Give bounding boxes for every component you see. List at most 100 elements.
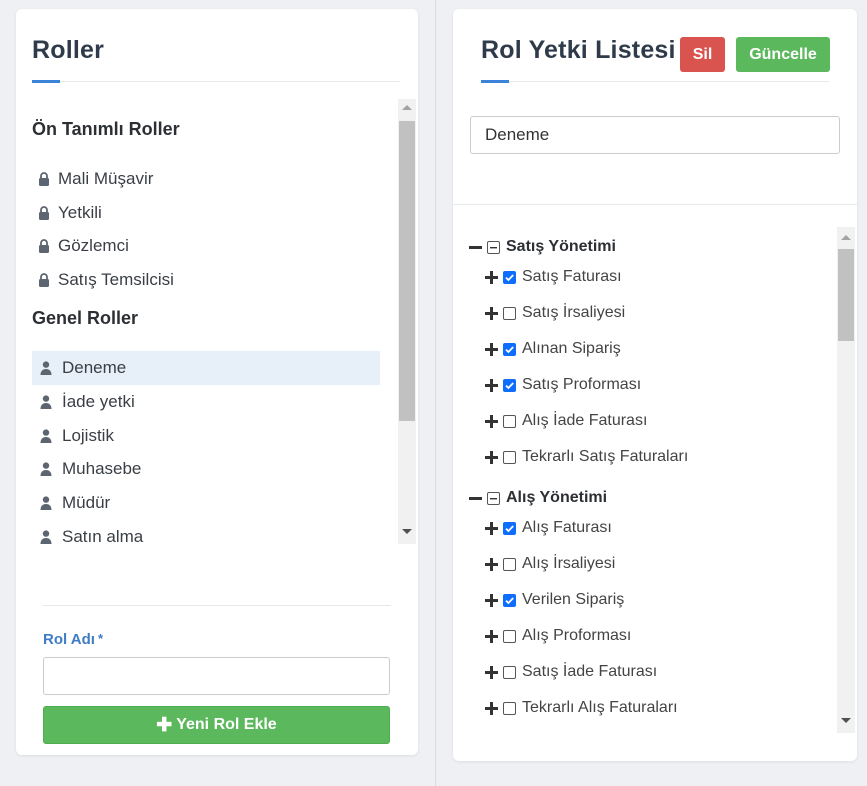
permission-checkbox[interactable]: [503, 629, 516, 643]
roles-list[interactable]: Ön Tanımlı Roller Mali Müşavir Yetkili Göz…: [32, 99, 416, 544]
role-label: Yetkili: [58, 202, 102, 222]
scroll-down-arrow-icon[interactable]: [402, 529, 412, 534]
user-icon: [38, 428, 54, 444]
add-role-button[interactable]: ✚ Yeni Rol Ekle: [43, 706, 390, 744]
plus-icon[interactable]: [485, 414, 498, 428]
permission-checkbox[interactable]: [503, 593, 516, 607]
tree-item-row: Alınan Sipariş: [485, 338, 621, 360]
user-icon: [38, 495, 54, 511]
role-label: Gözlemci: [58, 236, 129, 256]
permission-label: Alış Faturası: [522, 519, 612, 536]
permission-checkbox[interactable]: [503, 306, 516, 320]
role-name-label: Rol Adı *: [43, 631, 103, 648]
permission-checkbox[interactable]: [503, 270, 516, 284]
role-label: Deneme: [62, 358, 127, 377]
minus-icon[interactable]: [469, 492, 482, 505]
lock-icon: [36, 171, 52, 187]
plus-icon[interactable]: [485, 557, 498, 571]
general-role-item[interactable]: Lojistik: [32, 419, 380, 453]
scroll-up-arrow-icon[interactable]: [841, 235, 851, 240]
permission-label: Alınan Sipariş: [522, 340, 621, 357]
scroll-down-arrow-icon[interactable]: [841, 718, 851, 723]
general-role-item[interactable]: İade yetki: [32, 385, 380, 419]
permission-checkbox[interactable]: [503, 701, 516, 715]
plus-icon[interactable]: [485, 306, 498, 320]
role-name-input[interactable]: [43, 657, 390, 695]
minus-icon[interactable]: [469, 241, 482, 254]
permission-checkbox[interactable]: [503, 665, 516, 679]
title-divider: [32, 81, 400, 82]
title-accent-bar: [481, 80, 509, 83]
permission-label: Satış Proforması: [522, 376, 642, 393]
permission-checkbox[interactable]: [503, 378, 516, 392]
tree-group-row: Satış Yönetimi: [469, 236, 616, 258]
permission-tree-scrollbar[interactable]: [837, 227, 855, 733]
role-name-field[interactable]: Deneme: [470, 116, 840, 154]
title-accent-bar: [32, 80, 60, 83]
predefined-role-item[interactable]: Gözlemci: [32, 229, 380, 263]
role-label: Satın alma: [62, 527, 144, 544]
scrollbar-thumb[interactable]: [399, 121, 415, 421]
plus-icon[interactable]: [485, 521, 498, 535]
tree-item-row: Satış Faturası: [485, 266, 622, 288]
permission-checkbox[interactable]: [503, 521, 516, 535]
panel-divider: [435, 0, 436, 786]
permission-label: Tekrarlı Alış Faturaları: [522, 699, 678, 716]
plus-icon: ✚: [156, 714, 173, 736]
general-roles-heading: Genel Roller: [32, 308, 139, 328]
tree-item-row: Alış İade Faturası: [485, 410, 647, 432]
predefined-role-item[interactable]: Mali Müşavir: [32, 162, 380, 196]
permissions-panel: Rol Yetki Listesi Sil Güncelle Deneme Sa…: [453, 9, 857, 761]
update-button[interactable]: Güncelle: [736, 37, 830, 72]
tree-divider: [453, 204, 857, 205]
predefined-roles-heading: Ön Tanımlı Roller: [32, 119, 180, 139]
permission-tree[interactable]: Satış Yönetimi Satış Faturası Satış İrsali…: [453, 227, 857, 734]
user-icon: [38, 461, 54, 477]
roles-list-scrollbar[interactable]: [398, 99, 416, 544]
add-role-button-label: Yeni Rol Ekle: [176, 716, 277, 733]
roles-panel: Roller Ön Tanımlı Roller Mali Müşavir Yet…: [16, 9, 418, 755]
permission-label: Verilen Sipariş: [522, 591, 625, 608]
role-label: Muhasebe: [62, 459, 142, 479]
general-role-item[interactable]: Muhasebe: [32, 452, 380, 486]
plus-icon[interactable]: [485, 701, 498, 715]
group-partial-checkbox[interactable]: [487, 491, 500, 505]
tree-item-row: Alış Proforması: [485, 625, 631, 647]
scrollbar-thumb[interactable]: [838, 249, 854, 341]
scroll-up-arrow-icon[interactable]: [402, 105, 412, 110]
permission-label: Alış İade Faturası: [522, 412, 648, 429]
tree-item-row: Alış Faturası: [485, 517, 612, 539]
plus-icon[interactable]: [485, 629, 498, 643]
permission-label: Satış İrsaliyesi: [522, 304, 626, 321]
user-icon: [38, 529, 54, 544]
plus-icon[interactable]: [485, 665, 498, 679]
lock-icon: [36, 272, 52, 288]
predefined-role-item[interactable]: Yetkili: [32, 196, 380, 230]
permission-checkbox[interactable]: [503, 414, 516, 428]
tree-item-row: Verilen Sipariş: [485, 589, 624, 611]
plus-icon[interactable]: [485, 378, 498, 392]
tree-item-row: Satış İade Faturası: [485, 661, 657, 683]
plus-icon[interactable]: [485, 593, 498, 607]
plus-icon[interactable]: [485, 270, 498, 284]
permission-checkbox[interactable]: [503, 450, 516, 464]
plus-icon[interactable]: [485, 450, 498, 464]
general-role-item[interactable]: Deneme: [32, 351, 380, 385]
role-label: Müdür: [62, 493, 111, 513]
group-partial-checkbox[interactable]: [487, 240, 500, 254]
general-role-item[interactable]: Müdür: [32, 486, 380, 520]
title-divider: [481, 81, 829, 82]
role-label: Lojistik: [62, 425, 114, 445]
tree-item-row: Satış İrsaliyesi: [485, 302, 625, 324]
permission-label: Satış Faturası: [522, 268, 622, 285]
plus-icon[interactable]: [485, 342, 498, 356]
delete-button[interactable]: Sil: [680, 37, 725, 72]
predefined-role-item[interactable]: Satış Temsilcisi: [32, 263, 380, 297]
general-role-item[interactable]: Satın alma: [32, 520, 380, 544]
user-icon: [38, 360, 54, 376]
permission-checkbox[interactable]: [503, 342, 516, 356]
permission-checkbox[interactable]: [503, 557, 516, 571]
required-mark: *: [97, 631, 103, 646]
user-icon: [38, 394, 54, 410]
role-label: Mali Müşavir: [58, 169, 154, 188]
